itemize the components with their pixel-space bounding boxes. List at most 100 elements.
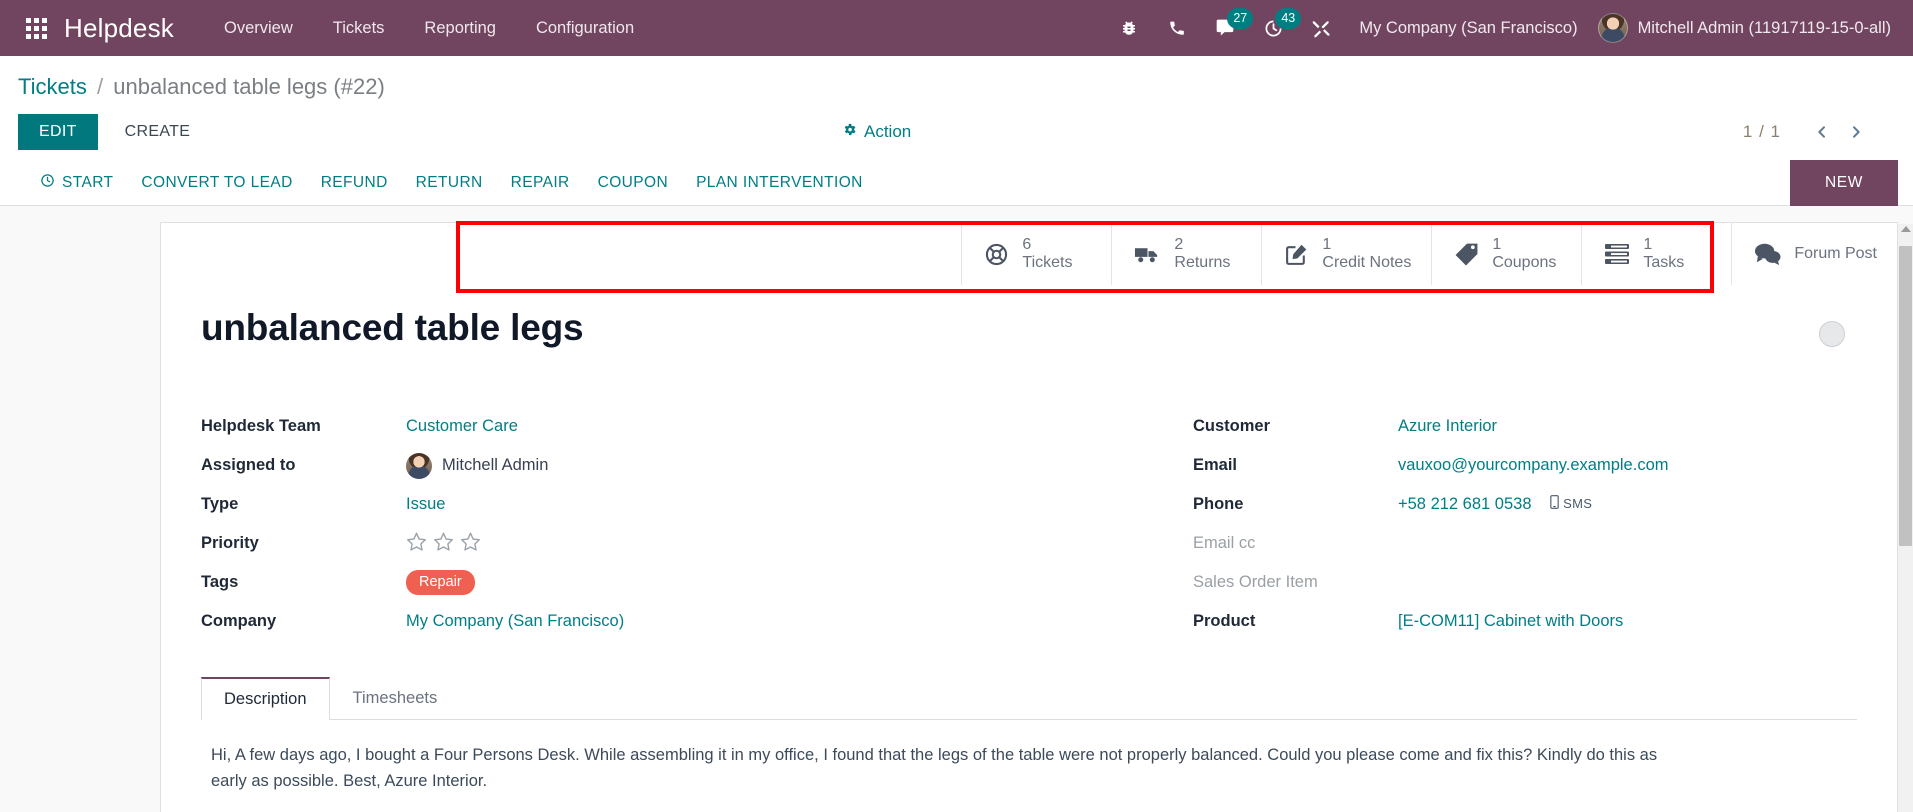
star-icon-2[interactable] (433, 531, 454, 557)
phone-icon[interactable] (1155, 0, 1199, 56)
convert-to-lead-button[interactable]: CONVERT TO LEAD (127, 168, 306, 198)
apps-menu-button[interactable] (14, 0, 58, 56)
refund-button[interactable]: REFUND (307, 168, 402, 198)
stat-value-tasks: 1 (1643, 235, 1653, 253)
status-badge[interactable]: NEW (1790, 160, 1898, 206)
stat-value-credit-notes: 1 (1322, 235, 1332, 253)
field-company: Company My Company (San Francisco) (201, 602, 999, 641)
form-sheet-area: 6 Tickets 2 Returns 1 Credit Notes 1 Cou… (0, 206, 1913, 812)
send-sms-button[interactable]: SMS (1550, 495, 1592, 512)
company-switcher[interactable]: My Company (San Francisco) (1343, 19, 1593, 38)
stat-label-returns: Returns (1174, 254, 1231, 271)
coupon-button[interactable]: COUPON (584, 168, 682, 198)
stat-button-forum-post[interactable]: Forum Post (1731, 223, 1897, 285)
page-title: unbalanced table legs (201, 307, 584, 348)
stat-value-tickets: 6 (1022, 235, 1032, 253)
field-label-priority: Priority (201, 534, 259, 552)
chevron-right-icon[interactable] (1841, 117, 1871, 147)
scroll-up-arrow-icon[interactable] (1901, 226, 1911, 232)
tools-icon[interactable] (1299, 0, 1343, 56)
description-text[interactable]: Hi, A few days ago, I bought a Four Pers… (201, 720, 1691, 795)
avatar (406, 452, 432, 479)
sms-label: SMS (1563, 496, 1593, 511)
field-type: Type Issue (201, 485, 999, 524)
breadcrumb: Tickets / unbalanced table legs (#22) (0, 56, 1913, 108)
field-email-cc: Email cc (1193, 524, 1827, 563)
app-brand-title[interactable]: Helpdesk (64, 13, 174, 44)
field-label-sales-order-item: Sales Order Item (1193, 573, 1318, 591)
activities-clock-icon[interactable]: 43 (1251, 0, 1302, 56)
tab-description[interactable]: Description (201, 677, 330, 720)
start-button-label: START (62, 173, 114, 191)
field-label-product: Product (1193, 612, 1256, 630)
star-icon-1[interactable] (406, 531, 427, 557)
gear-icon (842, 122, 857, 142)
field-value-company[interactable]: My Company (San Francisco) (406, 612, 624, 631)
messages-icon[interactable]: 27 (1203, 0, 1254, 56)
bug-icon[interactable] (1107, 0, 1151, 56)
field-value-helpdesk-team[interactable]: Customer Care (406, 417, 518, 436)
menu-item-tickets[interactable]: Tickets (313, 1, 405, 56)
scrollbar-thumb[interactable] (1899, 246, 1912, 546)
field-phone: Phone +58 212 681 0538 SMS (1193, 485, 1827, 524)
chevron-left-icon[interactable] (1807, 117, 1837, 147)
messages-badge: 27 (1227, 8, 1254, 29)
user-menu[interactable]: Mitchell Admin (11917119-15-0-all) (1594, 13, 1913, 43)
stat-button-tickets[interactable]: 6 Tickets (961, 223, 1111, 285)
user-name-label: Mitchell Admin (11917119-15-0-all) (1637, 18, 1891, 37)
notebook-tabs: Description Timesheets (201, 677, 1857, 720)
comments-icon (1754, 242, 1781, 266)
field-email: Email vauxoo@yourcompany.example.com (1193, 446, 1827, 485)
edit-button[interactable]: EDIT (18, 114, 98, 150)
pencil-square-icon (1284, 242, 1309, 267)
field-value-product[interactable]: [E-COM11] Cabinet with Doors (1398, 612, 1623, 631)
field-label-type: Type (201, 495, 239, 513)
form-column-left: Helpdesk Team Customer Care Assigned to … (201, 407, 1029, 641)
field-value-phone[interactable]: +58 212 681 0538 SMS (1398, 495, 1592, 514)
tab-timesheets[interactable]: Timesheets (330, 677, 461, 720)
main-menu: Overview Tickets Reporting Configuration (204, 1, 654, 56)
field-customer: Customer Azure Interior (1193, 407, 1827, 446)
create-button[interactable]: CREATE (106, 114, 210, 150)
priority-stars[interactable] (406, 531, 481, 557)
field-label-email-cc: Email cc (1193, 534, 1256, 552)
mobile-icon (1550, 495, 1559, 512)
field-label-company: Company (201, 612, 277, 630)
stat-label-tasks: Tasks (1643, 254, 1685, 271)
return-button[interactable]: RETURN (402, 168, 497, 198)
repair-button[interactable]: REPAIR (497, 168, 584, 198)
vertical-scrollbar[interactable] (1898, 224, 1913, 812)
tag-repair[interactable]: Repair (406, 570, 475, 595)
stat-button-coupons[interactable]: 1 Coupons (1431, 223, 1581, 285)
record-button-bar: START CONVERT TO LEAD REFUND RETURN REPA… (0, 160, 1913, 206)
stat-button-tasks[interactable]: 1 Tasks (1581, 223, 1731, 285)
field-helpdesk-team: Helpdesk Team Customer Care (201, 407, 999, 446)
field-assigned-to: Assigned to Mitchell Admin (201, 446, 999, 485)
kanban-state-circle[interactable] (1819, 321, 1845, 347)
field-value-assigned-to[interactable]: Mitchell Admin (406, 452, 548, 479)
star-icon-3[interactable] (460, 531, 481, 557)
action-label: Action (864, 122, 912, 141)
form-fields: Helpdesk Team Customer Care Assigned to … (161, 349, 1897, 641)
stat-value-coupons: 1 (1492, 235, 1502, 253)
field-sales-order-item: Sales Order Item (1193, 563, 1827, 602)
field-value-email[interactable]: vauxoo@yourcompany.example.com (1398, 456, 1669, 475)
plan-intervention-button[interactable]: PLAN INTERVENTION (682, 168, 877, 198)
field-value-customer[interactable]: Azure Interior (1398, 417, 1497, 436)
start-button[interactable]: START (26, 167, 127, 199)
stat-button-credit-notes[interactable]: 1 Credit Notes (1261, 223, 1431, 285)
menu-item-overview[interactable]: Overview (204, 1, 313, 56)
field-tags: Tags Repair (201, 563, 999, 602)
menu-item-reporting[interactable]: Reporting (404, 1, 516, 56)
field-value-type[interactable]: Issue (406, 495, 445, 514)
tasks-list-icon (1604, 243, 1630, 265)
breadcrumb-separator: / (96, 74, 104, 99)
stat-button-returns[interactable]: 2 Returns (1111, 223, 1261, 285)
field-label-tags: Tags (201, 573, 239, 591)
breadcrumb-parent-tickets[interactable]: Tickets (18, 74, 87, 99)
menu-item-configuration[interactable]: Configuration (516, 1, 654, 56)
action-menu-button[interactable]: Action (842, 122, 911, 142)
phone-number: +58 212 681 0538 (1398, 495, 1532, 513)
pager: 1 / 1 (1743, 117, 1895, 147)
field-priority: Priority (201, 524, 999, 563)
